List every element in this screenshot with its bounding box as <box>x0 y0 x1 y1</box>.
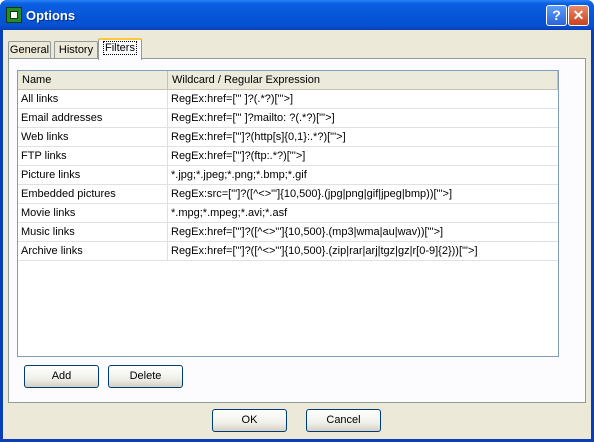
title-bar[interactable]: Options ? ✕ <box>0 0 594 30</box>
filter-expression-cell: RegEx:href=["']?(http[s]{0,1}:.*?)["'>] <box>171 131 346 143</box>
filter-name-cell: Archive links <box>18 242 168 261</box>
tab-label: History <box>58 44 94 56</box>
column-header-name[interactable]: Name <box>18 71 168 90</box>
filter-name-cell: Email addresses <box>18 109 168 128</box>
column-header-expression[interactable]: Wildcard / Regular Expression <box>168 71 558 90</box>
filter-name-cell: Embedded pictures <box>18 185 168 204</box>
help-button[interactable]: ? <box>546 5 567 26</box>
filter-expression-cell: RegEx:href=["' ]?(.*?)["'>] <box>171 93 294 105</box>
filter-name-cell: Picture links <box>18 166 168 185</box>
options-window: Options ? ✕ General History Filters Name… <box>0 0 594 442</box>
table-row[interactable]: Music links RegEx:href=["']?([^<>"']{10,5… <box>18 223 558 242</box>
table-row[interactable]: All links RegEx:href=["' ]?(.*?)["'>] <box>18 90 558 109</box>
filter-name-cell: FTP links <box>18 147 168 166</box>
tab-general[interactable]: General <box>8 41 51 59</box>
close-button[interactable]: ✕ <box>568 5 589 26</box>
dialog-client-area: General History Filters Name Wildcard / … <box>3 30 591 439</box>
filter-name-cell: All links <box>18 90 168 109</box>
tab-history[interactable]: History <box>54 41 98 59</box>
filters-panel: Name Wildcard / Regular Expression All l… <box>8 58 586 403</box>
tab-label: General <box>9 44 50 56</box>
filters-list[interactable]: Name Wildcard / Regular Expression All l… <box>17 70 559 357</box>
window-title: Options <box>26 8 76 23</box>
table-row[interactable]: Email addresses RegEx:href=["' ]?mailto: … <box>18 109 558 128</box>
table-row[interactable]: Web links RegEx:href=["']?(http[s]{0,1}:.… <box>18 128 558 147</box>
filter-expression-cell: RegEx:src=["']?([^<>"']{10,500}.(jpg|png… <box>171 188 453 200</box>
filter-expression-cell: RegEx:href=["']?([^<>"']{10,500}.(zip|ra… <box>171 245 478 257</box>
add-button[interactable]: Add <box>24 365 99 388</box>
filter-name-cell: Movie links <box>18 204 168 223</box>
table-row[interactable]: Embedded pictures RegEx:src=["']?([^<>"']… <box>18 185 558 204</box>
filter-expression-cell: *.mpg;*.mpeg;*.avi;*.asf <box>171 207 288 219</box>
list-header: Name Wildcard / Regular Expression <box>18 71 558 90</box>
table-row[interactable]: Archive links RegEx:href=["']?([^<>"']{10… <box>18 242 558 261</box>
cancel-button[interactable]: Cancel <box>306 409 381 432</box>
table-row[interactable]: Picture links *.jpg;*.jpeg;*.png;*.bmp;*.… <box>18 166 558 185</box>
filter-name-cell: Web links <box>18 128 168 147</box>
table-row[interactable]: FTP links RegEx:href=["']?(ftp:.*?)["'>] <box>18 147 558 166</box>
filter-expression-cell: RegEx:href=["' ]?mailto: ?(.*?)["'>] <box>171 112 335 124</box>
filter-expression-cell: RegEx:href=["']?(ftp:.*?)["'>] <box>171 150 306 162</box>
delete-button[interactable]: Delete <box>108 365 183 388</box>
tab-filters[interactable]: Filters <box>98 38 142 60</box>
table-row[interactable]: Movie links *.mpg;*.mpeg;*.avi;*.asf <box>18 204 558 223</box>
filter-name-cell: Music links <box>18 223 168 242</box>
filter-expression-cell: *.jpg;*.jpeg;*.png;*.bmp;*.gif <box>171 169 307 181</box>
tab-label: Filters <box>103 41 137 55</box>
app-icon <box>6 7 22 23</box>
ok-button[interactable]: OK <box>212 409 287 432</box>
filter-expression-cell: RegEx:href=["']?([^<>"']{10,500}.(mp3|wm… <box>171 226 444 238</box>
